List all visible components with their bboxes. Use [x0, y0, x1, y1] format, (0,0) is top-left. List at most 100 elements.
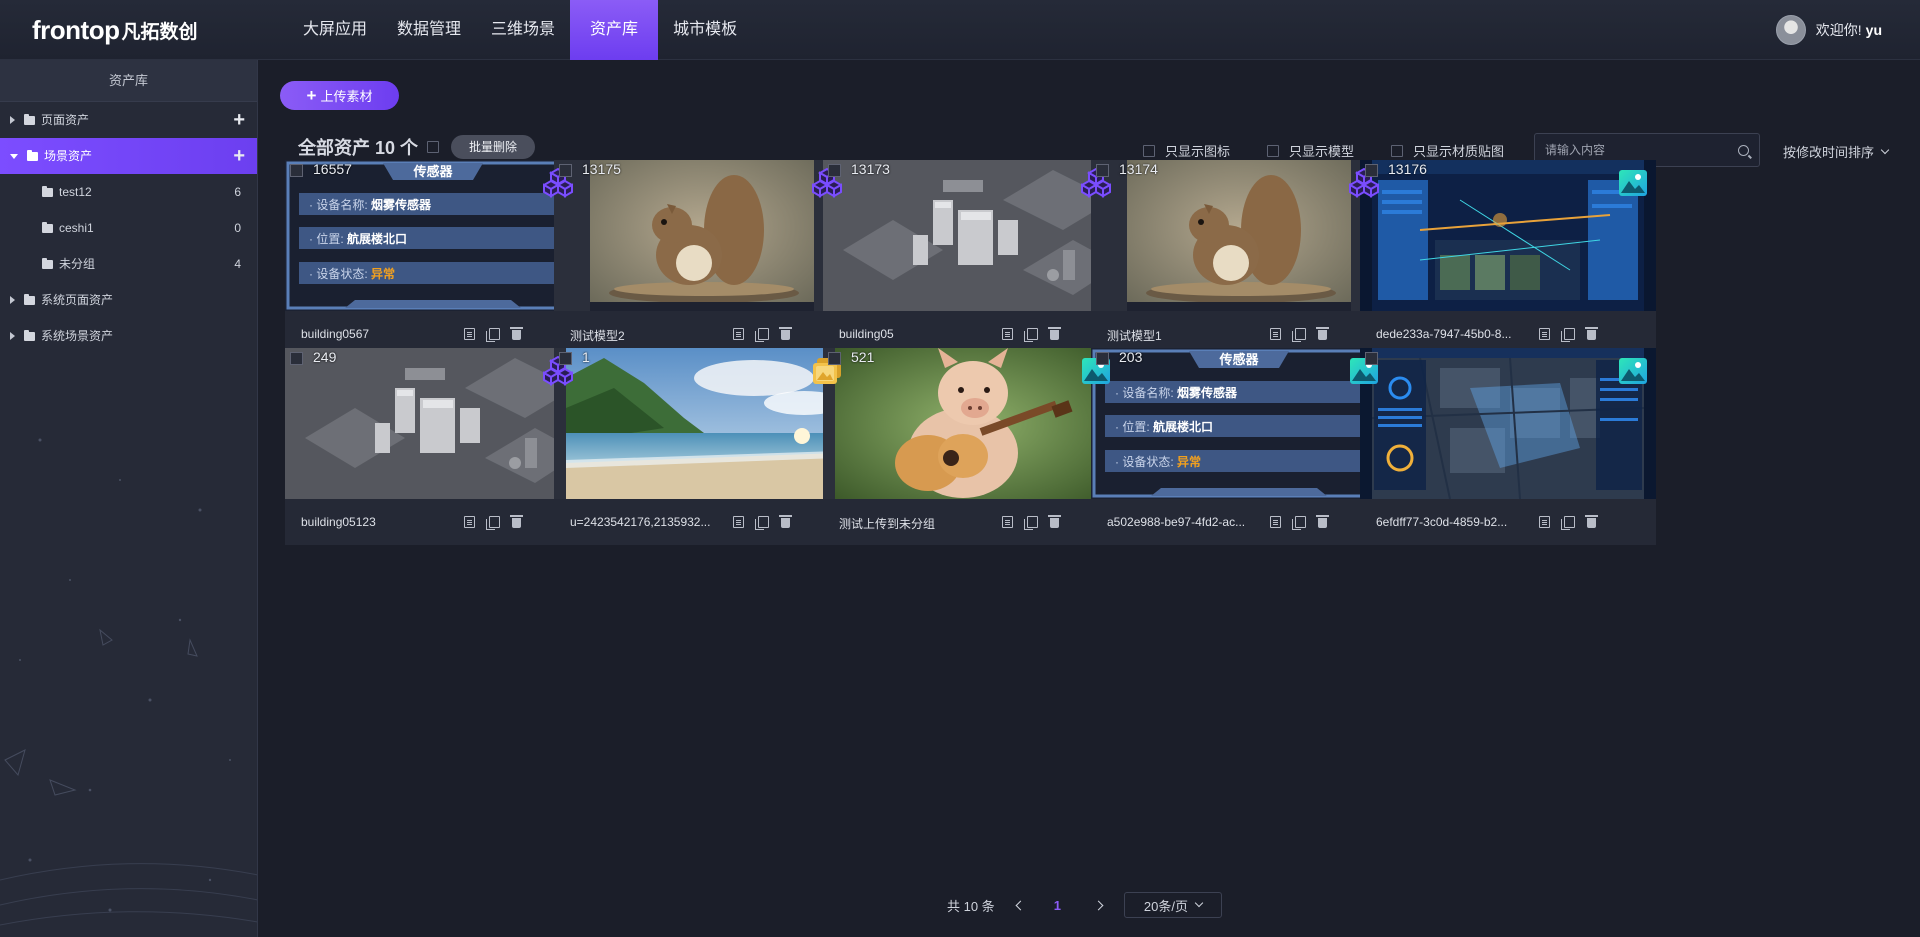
asset-card[interactable]: 13174 测试模型1 [1091, 160, 1387, 357]
user-menu[interactable]: 欢迎你! yu [1775, 14, 1882, 46]
delete-icon[interactable] [1048, 515, 1061, 528]
filter-icons[interactable]: 只显示图标 [1143, 141, 1230, 160]
copy-icon[interactable] [1292, 516, 1306, 530]
add-icon[interactable]: + [233, 138, 245, 174]
asset-checkbox[interactable] [1365, 164, 1378, 177]
details-icon[interactable] [1002, 328, 1013, 340]
svg-text:· 设备状态: 异常: · 设备状态: 异常 [1115, 454, 1201, 469]
asset-thumbnail[interactable] [1091, 160, 1387, 311]
asset-thumbnail[interactable]: 传感器 · 设备名称: 烟雾传感器 · 位置: 航展楼北口 · 设备状态: 异常 [285, 160, 581, 311]
tree-item-0[interactable]: 页面资产 + [0, 102, 257, 138]
sidebar-title: 资产库 [0, 60, 257, 102]
copy-icon[interactable] [486, 328, 500, 342]
caret-down-icon[interactable] [10, 153, 18, 159]
nav-tab-0[interactable]: 大屏应用 [288, 0, 382, 60]
asset-checkbox[interactable] [559, 164, 572, 177]
details-icon[interactable] [1270, 516, 1281, 528]
asset-card[interactable]: 249 building05123 [285, 348, 581, 545]
prev-page-icon[interactable] [1015, 900, 1026, 910]
asset-checkbox[interactable] [1096, 352, 1109, 365]
tree-item-5[interactable]: 系统页面资产 [0, 282, 257, 318]
filter-icons-checkbox[interactable] [1143, 144, 1155, 157]
details-icon[interactable] [1270, 328, 1281, 340]
caret-right-icon[interactable] [10, 116, 15, 124]
tree-item-2[interactable]: test12 6 [0, 174, 257, 210]
asset-card[interactable]: 13175 测试模型2 [554, 160, 850, 357]
filter-textures-checkbox[interactable] [1391, 144, 1403, 157]
filter-models-checkbox[interactable] [1267, 144, 1279, 157]
nav-tab-1[interactable]: 数据管理 [382, 0, 476, 60]
copy-icon[interactable] [1561, 328, 1575, 342]
sort-label: 按修改时间排序 [1783, 145, 1875, 160]
asset-card[interactable]: 6efdff77-3c0d-4859-b2... [1360, 348, 1656, 545]
caret-right-icon[interactable] [10, 332, 15, 340]
copy-icon[interactable] [1024, 328, 1038, 342]
delete-icon[interactable] [1316, 515, 1329, 528]
delete-icon[interactable] [1316, 327, 1329, 340]
delete-icon[interactable] [779, 515, 792, 528]
details-icon[interactable] [1002, 516, 1013, 528]
asset-checkbox[interactable] [290, 164, 303, 177]
page-size-select[interactable]: 20条/页 [1123, 892, 1222, 918]
copy-icon[interactable] [1292, 328, 1306, 342]
copy-icon[interactable] [755, 516, 769, 530]
asset-thumbnail[interactable] [1360, 348, 1656, 499]
details-icon[interactable] [464, 328, 475, 340]
nav-tab-4[interactable]: 城市模板 [658, 0, 752, 60]
asset-card[interactable]: 521 测试上传到未分组 [823, 348, 1119, 545]
caret-right-icon[interactable] [10, 296, 15, 304]
page-number[interactable]: 1 [1054, 898, 1061, 913]
details-icon[interactable] [733, 328, 744, 340]
delete-icon[interactable] [1585, 327, 1598, 340]
asset-thumbnail[interactable] [823, 160, 1119, 311]
details-icon[interactable] [1539, 328, 1550, 340]
logo[interactable]: frontop 凡拓数创 [32, 14, 197, 46]
copy-icon[interactable] [1561, 516, 1575, 530]
asset-card[interactable]: 传感器 · 设备名称: 烟雾传感器 · 位置: 航展楼北口 · 设备状态: 异常… [1091, 348, 1387, 545]
filter-models[interactable]: 只显示模型 [1267, 141, 1354, 160]
asset-checkbox[interactable] [1096, 164, 1109, 177]
delete-icon[interactable] [779, 327, 792, 340]
asset-thumbnail[interactable] [554, 348, 850, 499]
delete-icon[interactable] [510, 515, 523, 528]
search-input[interactable] [1545, 143, 1738, 157]
copy-icon[interactable] [486, 516, 500, 530]
asset-checkbox[interactable] [828, 352, 841, 365]
asset-thumbnail[interactable] [285, 348, 581, 499]
delete-icon[interactable] [1048, 327, 1061, 340]
delete-icon[interactable] [510, 327, 523, 340]
select-all-checkbox[interactable] [427, 141, 439, 153]
asset-checkbox[interactable] [1365, 352, 1378, 365]
search-icon[interactable] [1738, 144, 1749, 156]
asset-thumbnail[interactable] [1360, 160, 1656, 311]
batch-delete-button[interactable]: 批量删除 [451, 135, 535, 159]
details-icon[interactable] [1539, 516, 1550, 528]
asset-thumbnail[interactable] [823, 348, 1119, 499]
add-icon[interactable]: + [233, 102, 245, 138]
nav-tab-3[interactable]: 资产库 [570, 0, 659, 60]
delete-icon[interactable] [1585, 515, 1598, 528]
asset-checkbox[interactable] [828, 164, 841, 177]
nav-tab-2[interactable]: 三维场景 [476, 0, 570, 60]
tree-item-3[interactable]: ceshi1 0 [0, 210, 257, 246]
details-icon[interactable] [464, 516, 475, 528]
asset-card[interactable]: 传感器 · 设备名称: 烟雾传感器 · 位置: 航展楼北口 · 设备状态: 异常… [285, 160, 581, 357]
filter-textures[interactable]: 只显示材质贴图 [1391, 141, 1504, 160]
tree-item-1[interactable]: 场景资产 + [0, 138, 257, 174]
sort-dropdown[interactable]: 按修改时间排序 [1783, 142, 1890, 161]
details-icon[interactable] [733, 516, 744, 528]
copy-icon[interactable] [1024, 516, 1038, 530]
asset-checkbox[interactable] [559, 352, 572, 365]
asset-thumbnail[interactable] [554, 160, 850, 311]
next-page-icon[interactable] [1093, 900, 1104, 910]
asset-card[interactable]: 13176 dede233a-7947-45b0-8... [1360, 160, 1656, 357]
asset-card[interactable]: 13173 building05 [823, 160, 1119, 357]
tree-item-6[interactable]: 系统场景资产 [0, 318, 257, 354]
asset-card[interactable]: 1 u=2423542176,2135932... [554, 348, 850, 545]
tree-item-4[interactable]: 未分组 4 [0, 246, 257, 282]
copy-icon[interactable] [755, 328, 769, 342]
asset-checkbox[interactable] [290, 352, 303, 365]
upload-button[interactable]: + 上传素材 [280, 81, 399, 110]
asset-thumbnail[interactable]: 传感器 · 设备名称: 烟雾传感器 · 位置: 航展楼北口 · 设备状态: 异常 [1091, 348, 1387, 499]
avatar[interactable] [1775, 15, 1806, 45]
